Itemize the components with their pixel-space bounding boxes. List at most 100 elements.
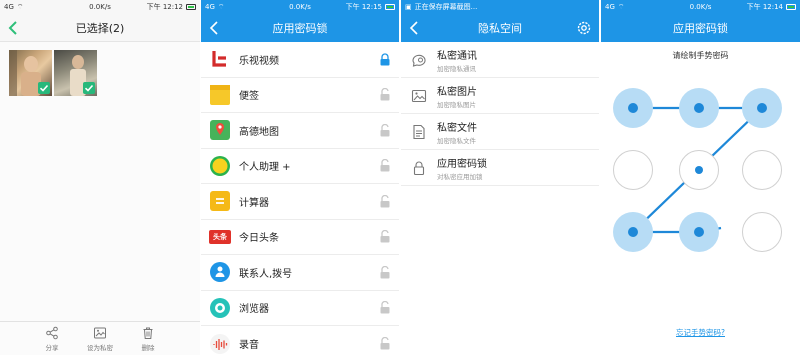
share-button[interactable]: 分享	[37, 326, 67, 355]
lock-open-icon[interactable]	[379, 194, 391, 208]
pattern-dot-4[interactable]	[613, 150, 653, 190]
calculator-icon	[209, 190, 231, 212]
back-chevron-icon[interactable]	[407, 20, 423, 36]
lock-open-icon[interactable]	[379, 88, 391, 101]
share-icon	[46, 326, 58, 340]
pattern-dot-1[interactable]	[613, 88, 653, 128]
battery-icon	[186, 4, 196, 10]
app-name: 录音	[239, 340, 259, 352]
signal-label: 4G	[205, 3, 215, 11]
app-list: 乐视视频 便签 高德地图 个人助理 + 计算器 头条 今日头条 联系人,拨号 浏…	[201, 42, 399, 355]
lock-open-icon[interactable]	[379, 265, 391, 279]
lock-open-icon[interactable]	[379, 123, 391, 137]
app-row-calculator[interactable]: 计算器	[201, 184, 399, 220]
private-files-item[interactable]: 私密文件 加密隐私文件	[401, 114, 599, 150]
image-icon	[411, 89, 427, 102]
app-row-toutiao[interactable]: 头条 今日头条	[201, 220, 399, 255]
battery-icon	[786, 4, 796, 10]
title-bar: 应用密码锁	[201, 14, 399, 42]
bottom-action-bar: 分享 设为私密 删除	[0, 321, 200, 355]
pattern-dot-6[interactable]	[742, 150, 782, 190]
battery-icon	[385, 4, 395, 10]
file-icon	[413, 124, 425, 139]
share-label: 分享	[45, 344, 59, 352]
app-name: 计算器	[239, 197, 269, 209]
lock-open-icon[interactable]	[379, 301, 391, 314]
app-row-letv[interactable]: 乐视视频	[201, 42, 399, 78]
item-subtitle: 加密隐私文件	[437, 136, 476, 145]
app-name: 浏览器	[239, 304, 269, 316]
app-name: 便签	[239, 91, 259, 103]
item-title: 应用密码锁	[437, 158, 487, 170]
saving-notice: 正在保存屏幕截图...	[414, 3, 478, 11]
lock-closed-icon[interactable]	[379, 53, 391, 66]
wifi-icon: ⌔	[217, 2, 225, 11]
photo-thumbnail[interactable]	[54, 50, 97, 96]
forgot-gesture-link[interactable]: 忘记手势密码?	[601, 327, 800, 338]
pattern-dot-9[interactable]	[742, 212, 782, 252]
private-contacts-item[interactable]: 私密通讯 加密隐私通讯	[401, 42, 599, 78]
back-chevron-icon[interactable]	[6, 20, 22, 36]
page-title: 应用密码锁	[673, 22, 728, 35]
toutiao-icon: 头条	[209, 229, 231, 244]
gear-icon[interactable]	[575, 19, 593, 37]
app-row-recorder[interactable]: 录音	[201, 326, 399, 355]
wifi-icon: ⌔	[16, 2, 24, 11]
signal-label: 4G	[4, 3, 14, 11]
wifi-icon: ⌔	[617, 2, 625, 11]
delete-label: 删除	[141, 344, 155, 352]
privacy-space-screen: ▣ 正在保存屏幕截图... 隐私空间 私密通讯 加密隐私通讯 私密图片 加密隐私…	[401, 0, 599, 355]
item-title: 私密通讯	[437, 50, 477, 62]
set-private-button[interactable]: 设为私密	[85, 326, 115, 355]
gesture-password-screen: 4G ⌔ 0.0K/s 下午 12:14 应用密码锁 请绘制手势密码 忘记手势密…	[601, 0, 800, 355]
item-subtitle: 加密隐私通讯	[437, 64, 476, 73]
pattern-dot-3[interactable]	[742, 88, 782, 128]
app-row-notes[interactable]: 便签	[201, 78, 399, 113]
app-row-browser[interactable]: 浏览器	[201, 291, 399, 326]
contacts-icon	[209, 261, 231, 283]
app-name: 高德地图	[239, 126, 279, 138]
app-name: 个人助理 +	[239, 162, 291, 174]
title-bar: 已选择(2)	[0, 14, 200, 42]
item-title: 私密文件	[437, 122, 477, 134]
status-bar: ▣ 正在保存屏幕截图...	[401, 0, 599, 14]
privacy-list: 私密通讯 加密隐私通讯 私密图片 加密隐私图片 私密文件 加密隐私文件 应用密码…	[401, 42, 599, 186]
private-images-item[interactable]: 私密图片 加密隐私图片	[401, 78, 599, 114]
photo-thumbnail[interactable]	[9, 50, 52, 96]
clock: 下午 12:12	[146, 3, 183, 11]
app-row-map[interactable]: 高德地图	[201, 113, 399, 149]
trash-icon	[143, 327, 153, 339]
checkbox-checked[interactable]	[38, 82, 50, 94]
lock-open-icon[interactable]	[379, 337, 391, 350]
app-row-assistant[interactable]: 个人助理 +	[201, 149, 399, 184]
letv-icon	[209, 48, 231, 70]
gesture-pattern-grid[interactable]	[601, 80, 800, 260]
check-icon	[84, 84, 94, 92]
set-private-label: 设为私密	[87, 344, 113, 352]
title-bar: 隐私空间	[401, 14, 599, 42]
delete-button[interactable]: 删除	[133, 326, 163, 355]
page-title: 已选择(2)	[75, 21, 125, 35]
browser-icon	[209, 297, 231, 319]
recorder-icon	[209, 333, 231, 355]
pattern-dot-7[interactable]	[613, 212, 653, 252]
lock-open-icon[interactable]	[379, 159, 391, 172]
status-bar: 4G ⌔ 0.0K/s 下午 12:14	[601, 0, 800, 14]
checkbox-checked[interactable]	[83, 82, 95, 94]
app-name: 乐视视频	[239, 55, 279, 67]
clock: 下午 12:15	[345, 3, 382, 11]
item-subtitle: 加密隐私图片	[437, 100, 476, 109]
app-row-contacts[interactable]: 联系人,拨号	[201, 255, 399, 291]
pattern-dot-2[interactable]	[679, 88, 719, 128]
app-name: 联系人,拨号	[239, 268, 293, 280]
map-icon	[209, 119, 231, 141]
back-chevron-icon[interactable]	[207, 20, 223, 36]
app-lock-list-screen: 4G ⌔ 0.0K/s 下午 12:15 应用密码锁 乐视视频 便签 高德地图 …	[201, 0, 399, 355]
assistant-icon	[209, 155, 231, 177]
pattern-dot-8[interactable]	[679, 212, 719, 252]
app-lock-item[interactable]: 应用密码锁 对私密应用加锁	[401, 150, 599, 186]
private-photo-icon	[94, 327, 106, 339]
lock-open-icon[interactable]	[379, 230, 391, 243]
pattern-dot-5[interactable]	[679, 150, 719, 190]
signal-label: 4G	[605, 3, 615, 11]
